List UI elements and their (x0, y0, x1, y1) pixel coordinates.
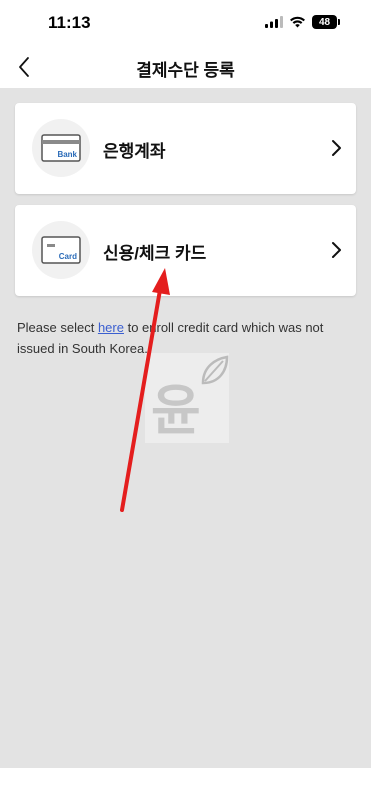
bank-account-option[interactable]: Bank 은행계좌 (15, 103, 356, 194)
page-title: 결제수단 등록 (136, 61, 235, 80)
status-time: 11:13 (48, 13, 91, 32)
chevron-right-icon (332, 140, 341, 156)
wifi-icon (290, 16, 305, 28)
bank-card-icon: Bank (32, 119, 90, 177)
watermark-logo: 윤 (145, 353, 229, 443)
note-prefix: Please select (17, 320, 98, 335)
battery-level: 48 (318, 16, 331, 28)
foreign-card-link[interactable]: here (98, 320, 124, 335)
battery-icon: 48 (312, 15, 340, 29)
credit-card-option[interactable]: Card 신용/체크 카드 (15, 205, 356, 296)
credit-card-icon: Card (32, 221, 90, 279)
bank-icon-text: Bank (57, 150, 77, 159)
chevron-right-icon (332, 242, 341, 258)
bank-account-label: 은행계좌 (103, 142, 166, 161)
status-bar: 11:13 48 (0, 0, 371, 46)
header: 결제수단 등록 (0, 46, 371, 88)
main-content: Bank 은행계좌 Card 신용/체크 카드 Please select he… (0, 88, 371, 768)
bottom-bar (0, 768, 371, 800)
credit-card-label: 신용/체크 카드 (103, 244, 207, 263)
card-icon-text: Card (59, 252, 77, 261)
watermark-text: 윤 (151, 379, 201, 442)
cellular-signal-icon (265, 16, 283, 28)
status-icons: 48 (265, 15, 340, 29)
